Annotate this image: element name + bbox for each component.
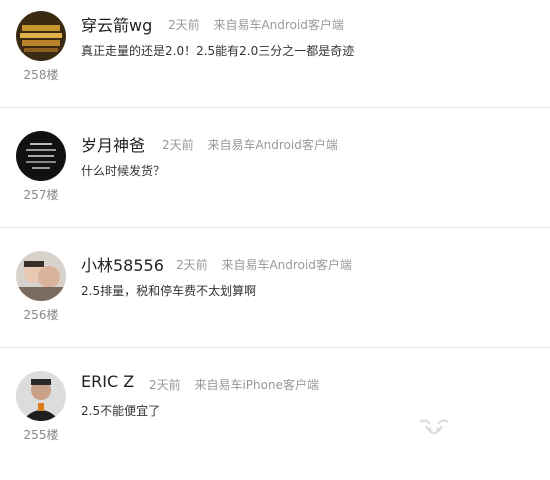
comment-item: 256楼 小林58556 2天前 来自易车Android客户端 2.5排量，税和… <box>0 240 550 360</box>
avatar[interactable] <box>16 371 66 421</box>
comment-meta: 2天前 来自易车Android客户端 <box>176 256 352 273</box>
avatar[interactable] <box>16 251 66 301</box>
post-source: 来自易车Android客户端 <box>221 258 352 272</box>
username[interactable]: 穿云箭wg <box>81 12 152 36</box>
divider <box>0 107 550 108</box>
avatar[interactable] <box>16 11 66 61</box>
divider <box>0 227 550 228</box>
comment-text: 真正走量的还是2.0！2.5能有2.0三分之一都是奇迹 <box>81 44 355 58</box>
comment-text: 什么时候发货？ <box>81 164 166 178</box>
comment-item: 255楼 ERIC Z 2天前 来自易车iPhone客户端 2.5不能便宜了 <box>0 360 550 480</box>
avatar[interactable] <box>16 131 66 181</box>
floor-number: 255楼 <box>23 428 59 442</box>
comment-meta: 2天前 来自易车Android客户端 <box>168 16 344 33</box>
username[interactable]: 小林58556 <box>81 252 164 276</box>
comment-item: 257楼 岁月神爸 2天前 来自易车Android客户端 什么时候发货？ <box>0 120 550 240</box>
post-time: 2天前 <box>162 138 194 152</box>
post-time: 2天前 <box>149 378 181 392</box>
floor-number: 256楼 <box>23 308 59 322</box>
comment-item: 258楼 穿云箭wg 2天前 来自易车Android客户端 真正走量的还是2.0… <box>0 0 550 120</box>
floor-number: 258楼 <box>23 68 59 82</box>
username[interactable]: 岁月神爸 <box>81 132 145 156</box>
post-time: 2天前 <box>168 18 200 32</box>
divider <box>0 347 550 348</box>
username[interactable]: ERIC Z <box>81 372 134 391</box>
floor-number: 257楼 <box>23 188 59 202</box>
post-source: 来自易车iPhone客户端 <box>194 378 319 392</box>
post-source: 来自易车Android客户端 <box>213 18 344 32</box>
post-time: 2天前 <box>176 258 208 272</box>
comment-meta: 2天前 来自易车Android客户端 <box>162 136 338 153</box>
comment-text: 2.5不能便宜了 <box>81 404 161 418</box>
comment-meta: 2天前 来自易车iPhone客户端 <box>149 376 319 393</box>
post-source: 来自易车Android客户端 <box>207 138 338 152</box>
watermark-logo <box>414 416 454 444</box>
comment-text: 2.5排量，税和停车费不太划算啊 <box>81 284 257 298</box>
